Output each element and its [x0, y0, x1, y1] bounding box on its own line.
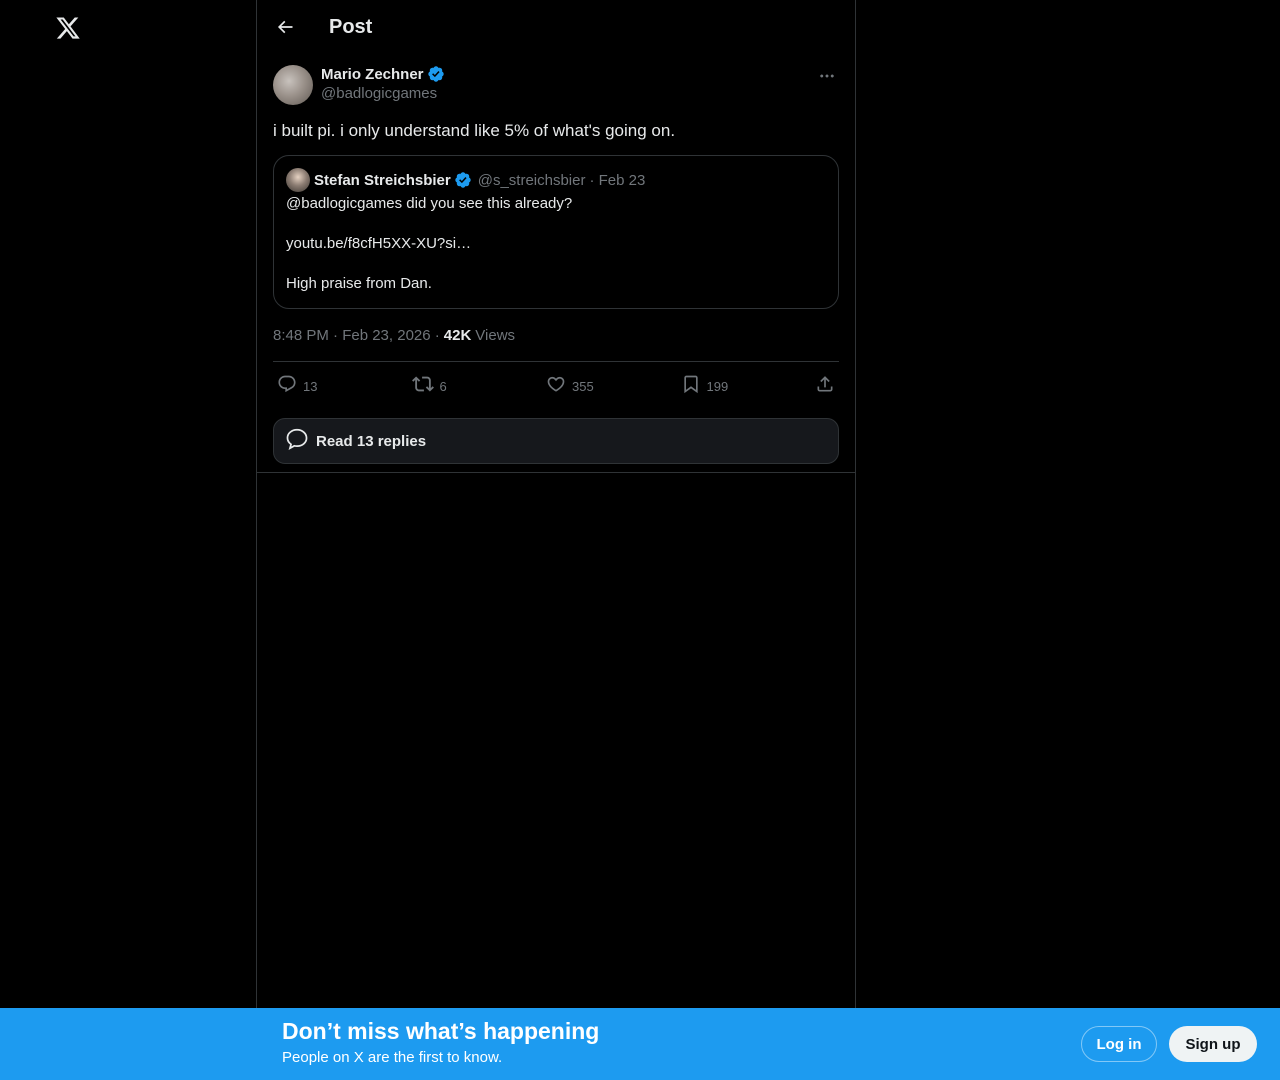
page-title: Post	[329, 15, 373, 38]
repost-icon	[411, 373, 434, 400]
banner-title: Don’t miss what’s happening	[282, 1018, 600, 1044]
verified-badge-icon	[454, 171, 472, 189]
post-meta: 8:48 PM · Feb 23, 2026 · 42K Views	[273, 325, 839, 345]
primary-column: Post Mario Zechner @badlogicgames i buil…	[256, 0, 856, 1008]
bookmark-icon	[681, 374, 701, 399]
read-replies-button[interactable]: Read 13 replies	[273, 418, 839, 464]
replies-bubble-icon	[284, 426, 310, 457]
bookmark-count: 199	[706, 378, 729, 394]
like-icon	[546, 374, 566, 399]
quote-link[interactable]: youtu.be/f8cfH5XX-XU?si…	[286, 234, 826, 254]
more-icon[interactable]	[815, 64, 839, 88]
read-replies-label: Read 13 replies	[316, 432, 427, 450]
like-count: 355	[572, 378, 594, 394]
top-bar: Post	[257, 0, 855, 54]
verified-badge-icon	[427, 65, 445, 83]
author-handle[interactable]: @badlogicgames	[321, 84, 445, 104]
quote-line: High praise from Dan.	[286, 275, 432, 292]
post-timestamp[interactable]: 8:48 PM · Feb 23, 2026 ·	[273, 327, 440, 344]
post-text: i built pi. i only understand like 5% of…	[273, 121, 676, 140]
views-count: 42K	[443, 326, 472, 344]
reply-icon	[277, 374, 297, 399]
back-arrow-icon[interactable]	[273, 15, 297, 39]
quoted-post[interactable]: Stefan Streichsbier @s_streichsbier · Fe…	[273, 155, 839, 309]
like-button[interactable]: 355	[546, 374, 666, 399]
quote-body: @badlogicgames did you see this already?…	[286, 194, 826, 294]
repost-button[interactable]: 6	[411, 373, 532, 400]
action-bar: 13 6 355 199	[273, 362, 839, 410]
post: Mario Zechner @badlogicgames i built pi.…	[257, 54, 855, 473]
views-label: Views	[475, 326, 516, 344]
quote-author-name: Stefan Streichsbier	[314, 171, 451, 189]
post-author: Mario Zechner @badlogicgames	[273, 64, 839, 105]
signup-banner: Don’t miss what’s happening People on X …	[0, 1008, 1280, 1080]
quote-author-handle: @s_streichsbier	[477, 171, 586, 189]
login-button[interactable]: Log in	[1081, 1026, 1157, 1062]
quote-line: @badlogicgames did you see this already?	[286, 195, 573, 212]
author-display-name[interactable]: Mario Zechner	[321, 66, 424, 83]
x-logo-icon[interactable]	[52, 12, 84, 44]
share-button[interactable]	[815, 374, 835, 399]
signup-button[interactable]: Sign up	[1169, 1026, 1257, 1062]
quote-avatar	[286, 168, 310, 192]
repost-count: 6	[439, 378, 447, 394]
bookmark-button[interactable]: 199	[681, 374, 801, 399]
reply-button[interactable]: 13	[277, 374, 397, 399]
quote-date: · Feb 23	[589, 171, 646, 189]
reply-count: 13	[303, 378, 318, 394]
share-icon	[815, 374, 835, 399]
banner-subtitle: People on X are the first to know.	[282, 1049, 503, 1066]
avatar[interactable]	[273, 65, 313, 105]
